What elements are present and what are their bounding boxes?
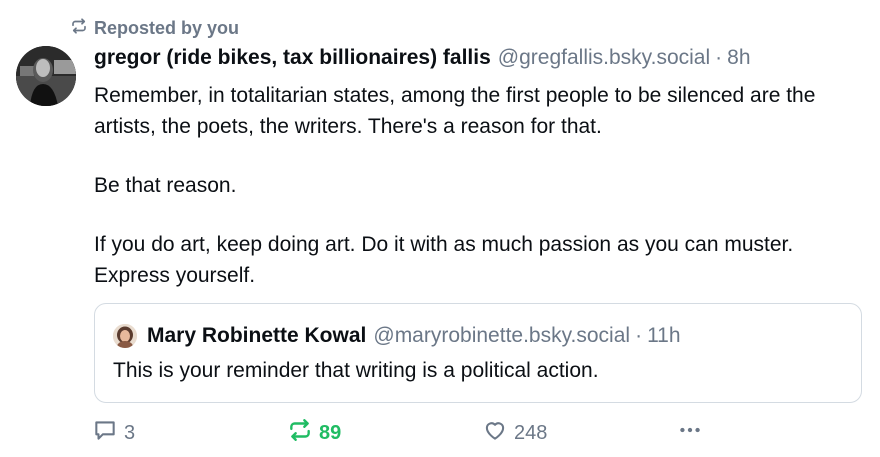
repost-indicator[interactable]: Reposted by you bbox=[70, 16, 239, 40]
quoted-author-name[interactable]: Mary Robinette Kowal bbox=[147, 324, 366, 348]
author-name[interactable]: gregor (ride bikes, tax billionaires) fa… bbox=[94, 46, 491, 70]
repost-button[interactable]: 89 bbox=[287, 418, 341, 448]
reply-button[interactable]: 3 bbox=[92, 418, 135, 448]
quoted-author-handle[interactable]: @maryrobinette.bsky.social bbox=[373, 324, 630, 348]
author-handle[interactable]: @gregfallis.bsky.social bbox=[498, 46, 710, 70]
quoted-post-text: This is your reminder that writing is a … bbox=[113, 359, 599, 382]
like-button[interactable]: 248 bbox=[482, 418, 547, 448]
post-text: Remember, in totalitarian states, among … bbox=[94, 80, 864, 291]
separator-dot: · bbox=[715, 46, 723, 69]
like-count: 248 bbox=[514, 421, 548, 444]
post-paragraph: Be that reason. bbox=[94, 174, 237, 197]
separator-dot: · bbox=[635, 324, 643, 347]
heart-icon bbox=[482, 417, 508, 449]
post-header: gregor (ride bikes, tax billionaires) fa… bbox=[94, 46, 751, 76]
post-paragraph: Remember, in totalitarian states, among … bbox=[94, 84, 816, 138]
quoted-post-header: Mary Robinette Kowal @maryrobinette.bsky… bbox=[113, 322, 681, 350]
repost-indicator-label: Reposted by you bbox=[94, 17, 240, 38]
repost-icon bbox=[287, 417, 313, 449]
post-timestamp[interactable]: 8h bbox=[727, 46, 750, 70]
more-options-icon bbox=[677, 417, 703, 449]
post-actions: 3 89 248 bbox=[92, 418, 712, 448]
quoted-post[interactable]: Mary Robinette Kowal @maryrobinette.bsky… bbox=[94, 303, 862, 403]
quoted-author-avatar bbox=[113, 324, 137, 348]
more-options-button[interactable] bbox=[677, 418, 703, 448]
post-paragraph: If you do art, keep doing art. Do it wit… bbox=[94, 233, 794, 287]
reply-count: 3 bbox=[124, 421, 136, 444]
reply-icon bbox=[92, 417, 118, 449]
author-avatar[interactable] bbox=[16, 46, 76, 106]
repost-icon bbox=[70, 17, 88, 40]
repost-count: 89 bbox=[319, 421, 342, 444]
quoted-post-timestamp[interactable]: 11h bbox=[647, 324, 680, 348]
